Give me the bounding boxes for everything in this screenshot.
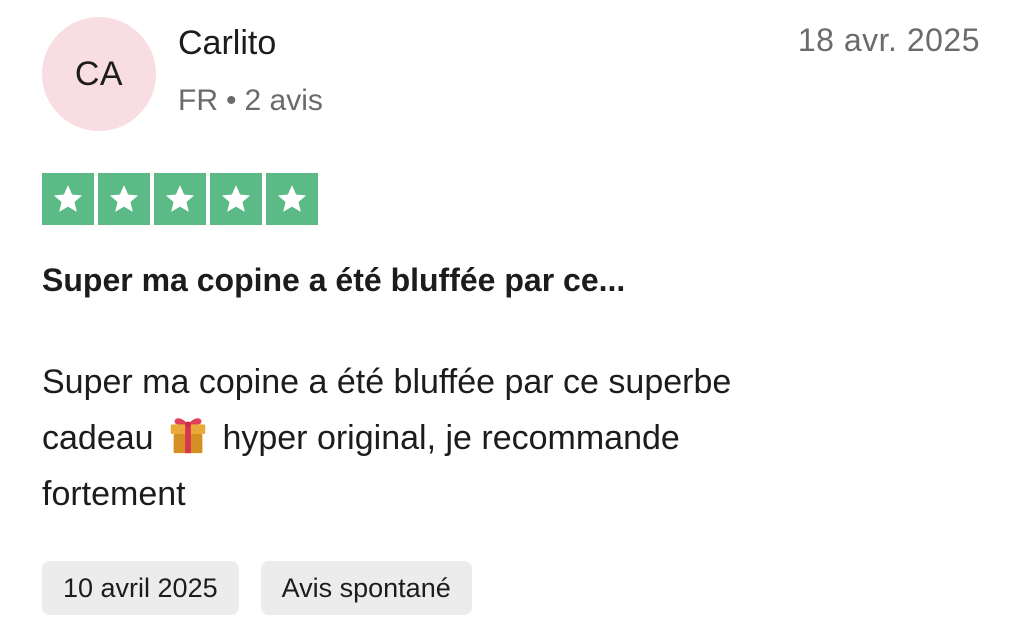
review-title[interactable]: Super ma copine a été bluffée par ce... <box>42 262 625 299</box>
star-icon <box>98 173 150 225</box>
reviewer-meta: FR • 2 avis <box>178 84 323 118</box>
review-type-tag[interactable]: Avis spontané <box>260 561 472 615</box>
star-rating <box>42 173 318 225</box>
star-icon <box>266 173 318 225</box>
review-card: CA Carlito FR • 2 avis 18 avr. 2025 Super … <box>0 0 1024 643</box>
avatar-initials: CA <box>74 54 124 93</box>
experience-date-tag: 10 avril 2025 <box>42 561 239 615</box>
star-icon <box>42 173 94 225</box>
review-tags: 10 avril 2025 Avis spontané <box>42 561 472 615</box>
reviewer-review-count: 2 avis <box>244 84 323 117</box>
reviewer-name[interactable]: Carlito <box>178 24 276 63</box>
review-body: Super ma copine a été bluffée par ce sup… <box>42 354 802 522</box>
review-date: 18 avr. 2025 <box>797 22 980 58</box>
avatar[interactable]: CA <box>42 17 156 131</box>
gift-icon <box>170 418 206 454</box>
star-icon <box>210 173 262 225</box>
reviewer-country: FR <box>178 84 218 117</box>
meta-separator: • <box>226 84 237 117</box>
star-icon <box>154 173 206 225</box>
